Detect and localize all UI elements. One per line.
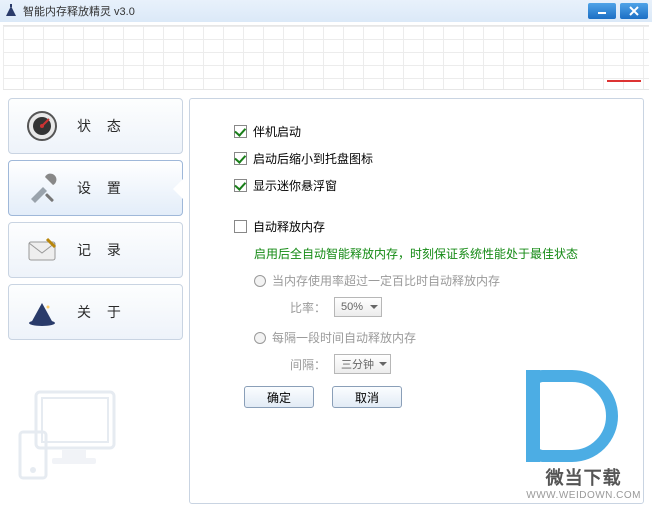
tab-status[interactable]: 状 态	[8, 98, 183, 154]
checkbox-minimize-to-tray[interactable]	[234, 152, 247, 165]
ok-button[interactable]: 确定	[244, 386, 314, 408]
sidebar: 状 态 设 置 记 录 关 于	[8, 98, 183, 504]
ratio-label: 比率：	[290, 299, 326, 316]
checkbox-auto-release[interactable]	[234, 220, 247, 233]
watermark-url: WWW.WEIDOWN.COM	[526, 490, 641, 501]
tab-label: 设 置	[77, 178, 127, 198]
label-float-window: 显示迷你悬浮窗	[253, 177, 337, 194]
watermark-text: 微当下载	[526, 464, 641, 490]
radio-by-interval[interactable]	[254, 332, 266, 344]
graph-marker	[607, 77, 641, 82]
cancel-button[interactable]: 取消	[332, 386, 402, 408]
tab-about[interactable]: 关 于	[8, 284, 183, 340]
computer-illustration	[18, 374, 138, 494]
tab-label: 状 态	[77, 116, 127, 136]
label-by-interval: 每隔一段时间自动释放内存	[272, 329, 416, 346]
memory-graph	[3, 25, 649, 90]
checkbox-start-with-system[interactable]	[234, 125, 247, 138]
label-start-with-system: 伴机启动	[253, 123, 301, 140]
tab-label: 关 于	[77, 302, 127, 322]
radio-by-usage[interactable]	[254, 275, 266, 287]
watermark-logo	[526, 370, 618, 462]
checkbox-float-window[interactable]	[234, 179, 247, 192]
interval-label: 间隔：	[290, 356, 326, 373]
ratio-select[interactable]: 50%	[334, 297, 382, 317]
label-minimize-to-tray: 启动后缩小到托盘图标	[253, 150, 373, 167]
window-title: 智能内存释放精灵 v3.0	[23, 3, 135, 19]
tab-log[interactable]: 记 录	[8, 222, 183, 278]
interval-select[interactable]: 三分钟	[334, 354, 391, 374]
label-by-usage: 当内存使用率超过一定百比时自动释放内存	[272, 272, 500, 289]
tab-settings[interactable]: 设 置	[8, 160, 183, 216]
titlebar: 智能内存释放精灵 v3.0	[0, 0, 652, 22]
settings-panel: 伴机启动 启动后缩小到托盘图标 显示迷你悬浮窗 自动释放内存 启用后全自动智能释…	[189, 98, 644, 504]
minimize-button[interactable]	[588, 3, 616, 19]
tools-icon	[25, 171, 59, 205]
auto-release-description: 启用后全自动智能释放内存，时刻保证系统性能处于最佳状态	[254, 245, 633, 262]
label-auto-release: 自动释放内存	[253, 218, 325, 235]
gauge-icon	[25, 109, 59, 143]
tab-label: 记 录	[77, 240, 127, 260]
envelope-icon	[25, 233, 59, 267]
app-icon	[4, 4, 18, 18]
wizard-icon	[25, 295, 59, 329]
close-button[interactable]	[620, 3, 648, 19]
